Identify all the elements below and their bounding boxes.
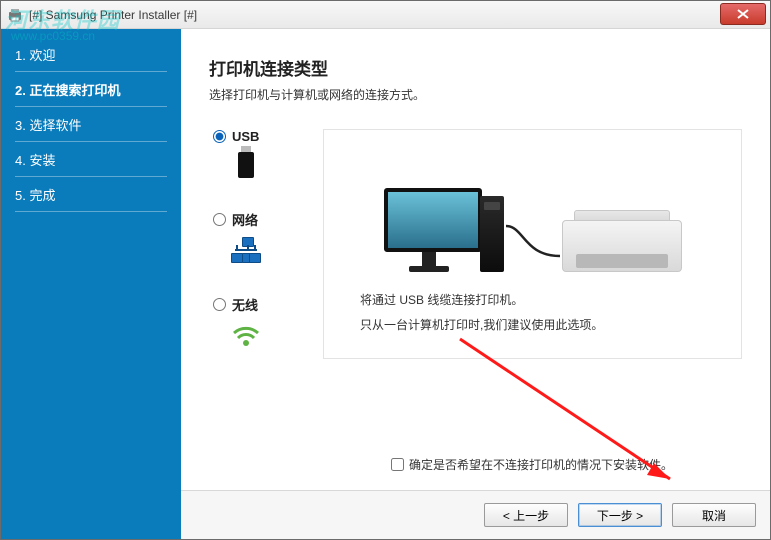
- wifi-icon: [231, 320, 261, 350]
- step-label: 5. 完成: [15, 188, 55, 203]
- titlebar: [#] Samsung Printer Installer [#]: [1, 1, 770, 29]
- install-without-printer-row[interactable]: 确定是否希望在不连接打印机的情况下安装软件。: [391, 456, 673, 473]
- installer-window: [#] Samsung Printer Installer [#] 河东软件园 …: [0, 0, 771, 540]
- radio-network[interactable]: [213, 213, 226, 226]
- page-title: 打印机连接类型: [209, 55, 742, 80]
- illus-line1: 将通过 USB 线缆连接打印机。: [360, 288, 723, 313]
- page-subtitle: 选择打印机与计算机或网络的连接方式。: [209, 86, 742, 103]
- main-content: 打印机连接类型 选择打印机与计算机或网络的连接方式。 USB: [181, 29, 770, 490]
- back-button[interactable]: < 上一步: [484, 503, 568, 527]
- body: 1. 欢迎 2. 正在搜索打印机 3. 选择软件 4. 安装 5. 完成 打印机…: [1, 29, 770, 539]
- option-wireless-label: 无线: [232, 295, 258, 314]
- main-panel: 打印机连接类型 选择打印机与计算机或网络的连接方式。 USB: [181, 29, 770, 539]
- button-bar: < 上一步 下一步 > 取消: [181, 490, 770, 539]
- illustration-image: [342, 144, 723, 272]
- step-search-printer: 2. 正在搜索打印机: [1, 72, 181, 107]
- option-column: USB 网络: [209, 129, 323, 380]
- network-icon: [231, 235, 261, 265]
- usb-icon: [231, 150, 261, 180]
- window-title: [#] Samsung Printer Installer [#]: [29, 8, 764, 22]
- printer-icon: [562, 202, 682, 272]
- option-usb-label: USB: [232, 129, 259, 144]
- radio-usb[interactable]: [213, 130, 226, 143]
- cancel-button[interactable]: 取消: [672, 503, 756, 527]
- step-select-software: 3. 选择软件: [1, 107, 181, 142]
- next-button[interactable]: 下一步 >: [578, 503, 662, 527]
- option-usb[interactable]: USB: [213, 129, 323, 180]
- step-label: 4. 安装: [15, 153, 55, 168]
- step-install: 4. 安装: [1, 142, 181, 177]
- illustration-panel: 将通过 USB 线缆连接打印机。 只从一台计算机打印时,我们建议使用此选项。: [323, 129, 742, 359]
- computer-tower-icon: [480, 196, 504, 272]
- install-without-printer-checkbox[interactable]: [391, 458, 404, 471]
- usb-cable-icon: [504, 222, 562, 262]
- install-without-printer-label: 确定是否希望在不连接打印机的情况下安装软件。: [409, 456, 673, 473]
- monitor-icon: [384, 188, 474, 272]
- sidebar: 1. 欢迎 2. 正在搜索打印机 3. 选择软件 4. 安装 5. 完成: [1, 29, 181, 539]
- step-welcome: 1. 欢迎: [1, 37, 181, 72]
- step-label: 3. 选择软件: [15, 118, 81, 133]
- close-button[interactable]: [720, 3, 766, 25]
- connection-options: USB 网络: [209, 129, 742, 380]
- option-network[interactable]: 网络: [213, 210, 323, 265]
- radio-wireless[interactable]: [213, 298, 226, 311]
- option-wireless[interactable]: 无线: [213, 295, 323, 350]
- step-label: 1. 欢迎: [15, 48, 55, 63]
- step-finish: 5. 完成: [1, 177, 181, 212]
- step-label: 2. 正在搜索打印机: [15, 83, 120, 98]
- app-icon: [7, 7, 23, 23]
- option-network-label: 网络: [232, 210, 258, 229]
- illus-line2: 只从一台计算机打印时,我们建议使用此选项。: [360, 313, 723, 338]
- illustration-text: 将通过 USB 线缆连接打印机。 只从一台计算机打印时,我们建议使用此选项。: [342, 288, 723, 338]
